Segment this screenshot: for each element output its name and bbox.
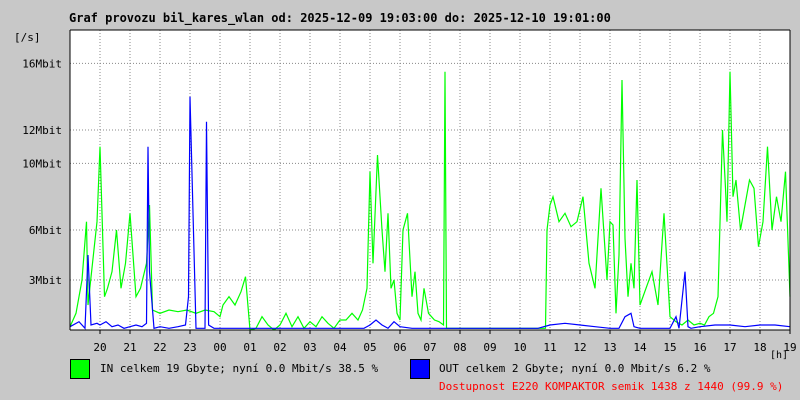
x-tick-label: 21 (123, 341, 136, 354)
x-tick-label: 17 (723, 341, 736, 354)
x-tick-label: 07 (423, 341, 436, 354)
legend-in-swatch (70, 359, 90, 379)
y-tick-label: 12Mbit (22, 124, 62, 137)
x-tick-label: 18 (753, 341, 766, 354)
y-tick-label: 3Mbit (29, 274, 62, 287)
x-tick-label: 22 (153, 341, 166, 354)
legend-in-text: IN celkem 19 Gbyte; nyní 0.0 Mbit/s 38.5… (100, 362, 379, 375)
x-tick-label: 13 (603, 341, 616, 354)
legend-out-swatch (410, 359, 430, 379)
x-tick-label: 20 (93, 341, 106, 354)
legend-out-text: OUT celkem 2 Gbyte; nyní 0.0 Mbit/s 6.2 … (439, 362, 711, 375)
availability-status: Dostupnost E220 KOMPAKTOR semik 1438 z 1… (439, 380, 784, 393)
x-tick-label: 23 (183, 341, 196, 354)
x-tick-label: 08 (453, 341, 466, 354)
x-tick-label: 12 (573, 341, 586, 354)
x-tick-label: 06 (393, 341, 406, 354)
x-tick-label: 09 (483, 341, 496, 354)
traffic-chart: 3Mbit 6Mbit 10Mbit 12Mbit 16Mbit 20 21 22 23 00 01… (22, 29, 797, 354)
y-tick-label: 10Mbit (22, 157, 62, 170)
y-tick-label: 6Mbit (29, 224, 62, 237)
x-tick-label: 10 (513, 341, 526, 354)
x-tick-label: 14 (633, 341, 647, 354)
x-tick-label: 15 (663, 341, 676, 354)
y-tick-label: 16Mbit (22, 57, 62, 70)
x-tick-label: 03 (303, 341, 316, 354)
x-tick-label: 02 (273, 341, 286, 354)
x-tick-label: 11 (543, 341, 556, 354)
x-tick-label: 01 (243, 341, 256, 354)
x-tick-label: 19 (783, 341, 796, 354)
x-tick-label: 04 (333, 341, 347, 354)
x-tick-label: 00 (213, 341, 226, 354)
x-tick-label: 16 (693, 341, 706, 354)
x-tick-label: 05 (363, 341, 376, 354)
